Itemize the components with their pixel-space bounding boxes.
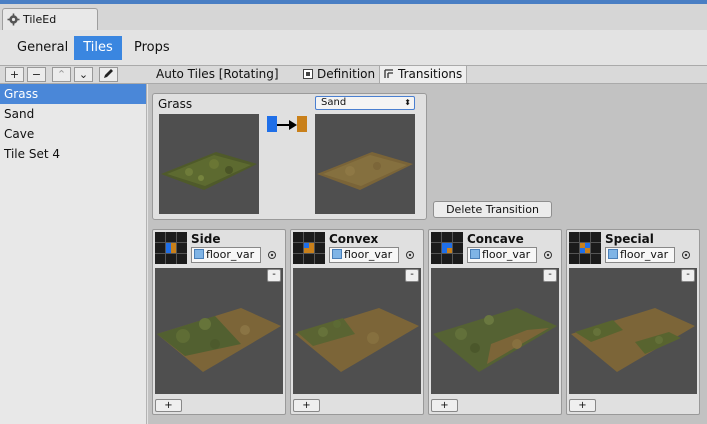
object-picker-icon[interactable] [543, 249, 553, 259]
concave-tile-icon [431, 232, 463, 264]
convex-tile-icon [293, 232, 325, 264]
concave-preview [431, 268, 559, 394]
tab-definition-label: Definition [317, 67, 376, 81]
panel-title: Special [605, 232, 654, 246]
object-picker-icon[interactable] [405, 249, 415, 259]
side-tile-icon [155, 232, 187, 264]
transition-panel-concave: Concave floor_var - + [428, 229, 562, 415]
delete-transition-button[interactable]: Delete Transition [433, 201, 552, 218]
prefab-name: floor_var [344, 248, 393, 261]
sidebar-item-tile-set-4[interactable]: Tile Set 4 [0, 144, 146, 164]
from-color-swatch [267, 116, 277, 132]
special-preview [569, 268, 697, 394]
special-tile-icon [569, 232, 601, 264]
rename-button[interactable] [99, 67, 118, 82]
transition-panel-special: Special floor_var - + [566, 229, 700, 415]
remove-variant-button[interactable]: - [543, 269, 557, 282]
window-tab-strip [0, 4, 707, 30]
add-variant-button[interactable]: + [155, 399, 182, 412]
transition-panel-convex: Convex floor_var - + [290, 229, 424, 415]
prefab-icon [194, 249, 204, 259]
move-down-button[interactable]: ⌄ [74, 67, 93, 82]
tab-transitions-label: Transitions [398, 67, 463, 81]
remove-variant-button[interactable]: - [405, 269, 419, 282]
window-tab[interactable]: TileEd [2, 8, 98, 30]
prefab-object-field[interactable]: floor_var [329, 247, 399, 263]
target-tileset-select[interactable]: Sand ⬍ [315, 96, 415, 110]
prefab-name: floor_var [206, 248, 255, 261]
transitions-icon [384, 67, 394, 78]
prefab-object-field[interactable]: floor_var [191, 247, 261, 263]
tab-definition[interactable]: Definition [299, 66, 379, 83]
tab-tiles[interactable]: Tiles [74, 36, 122, 60]
target-tileset-value: Sand [321, 97, 347, 108]
definition-icon [303, 67, 313, 79]
sidebar-item-sand[interactable]: Sand [0, 104, 146, 124]
sidebar-item-grass[interactable]: Grass [0, 84, 146, 104]
arrow-right-icon [277, 119, 297, 130]
add-tileset-button[interactable]: + [5, 67, 24, 82]
prefab-name: floor_var [620, 248, 669, 261]
pencil-icon [103, 68, 114, 82]
window-tab-title: TileEd [23, 13, 57, 26]
object-picker-icon[interactable] [681, 249, 691, 259]
prefab-object-field[interactable]: floor_var [605, 247, 675, 263]
add-variant-button[interactable]: + [569, 399, 596, 412]
grass-tile-preview [159, 114, 259, 214]
transition-panel-side: Side floor_var - + [152, 229, 286, 415]
remove-variant-button[interactable]: - [267, 269, 281, 282]
convex-preview [293, 268, 421, 394]
add-variant-button[interactable]: + [293, 399, 320, 412]
side-preview [155, 268, 283, 394]
tab-props[interactable]: Props [126, 36, 178, 60]
tileset-list: Grass Sand Cave Tile Set 4 [0, 84, 147, 424]
prefab-name: floor_var [482, 248, 531, 261]
gear-icon [7, 13, 20, 26]
prefab-icon [470, 249, 480, 259]
to-color-swatch [297, 116, 307, 132]
object-picker-icon[interactable] [267, 249, 277, 259]
panel-title: Side [191, 232, 221, 246]
prefab-icon [608, 249, 618, 259]
move-up-button[interactable]: ⌃ [52, 67, 71, 82]
prefab-icon [332, 249, 342, 259]
remove-tileset-button[interactable]: − [27, 67, 46, 82]
remove-variant-button[interactable]: - [681, 269, 695, 282]
sidebar-item-cave[interactable]: Cave [0, 124, 146, 144]
tab-transitions[interactable]: Transitions [379, 66, 468, 83]
tab-auto-tiles[interactable]: Auto Tiles [Rotating] [152, 66, 283, 83]
panel-title: Convex [329, 232, 379, 246]
from-tileset-label: Grass [158, 97, 193, 111]
tab-general[interactable]: General [9, 36, 76, 60]
sand-tile-preview [315, 114, 415, 214]
add-variant-button[interactable]: + [431, 399, 458, 412]
updown-arrow-icon: ⬍ [404, 98, 411, 107]
toolbar: + − ⌃ ⌄ Auto Tiles [Rotating] Definition… [0, 65, 707, 84]
prefab-object-field[interactable]: floor_var [467, 247, 537, 263]
panel-title: Concave [467, 232, 524, 246]
